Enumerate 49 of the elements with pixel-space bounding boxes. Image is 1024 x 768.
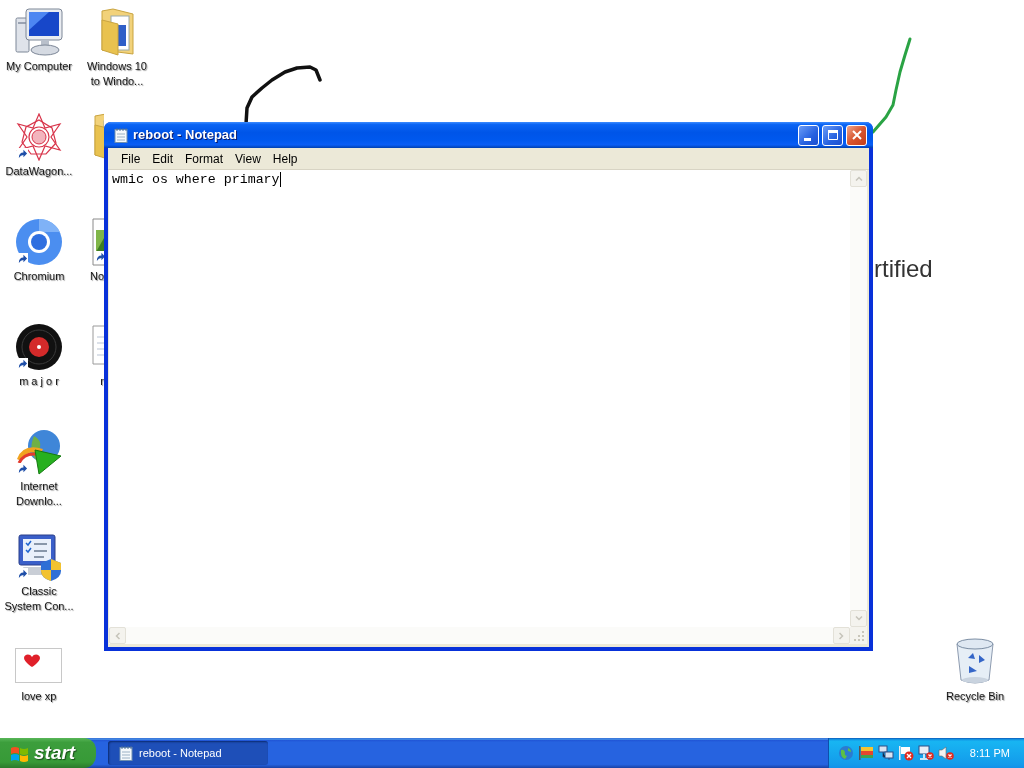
globe-arrow-icon[interactable] (15, 428, 63, 476)
star-pattern-icon[interactable] (15, 113, 63, 161)
minimize-icon (804, 137, 811, 141)
network-icon[interactable] (878, 745, 894, 761)
clock: 8:11 PM (969, 745, 1010, 761)
maximize-icon (827, 130, 838, 140)
chevron-down-icon (854, 616, 863, 621)
icon-label[interactable]: My Computer (0, 59, 78, 74)
start-button[interactable]: start (0, 738, 96, 768)
window-title: reboot - Notepad (133, 126, 237, 145)
icon-label[interactable]: Windows 10 to Windo... (78, 59, 156, 89)
maximize-button[interactable] (822, 124, 843, 146)
menu-item[interactable]: View (229, 149, 267, 168)
recycle-bin-icon[interactable] (955, 638, 995, 686)
notepad-icon (113, 127, 129, 143)
monitor-checklist-icon[interactable] (15, 533, 63, 581)
icon-label[interactable]: No (89, 269, 104, 284)
icon-label[interactable]: Chromium (0, 269, 78, 284)
network-x-icon[interactable] (918, 745, 934, 761)
flag-warning-icon[interactable] (898, 745, 914, 761)
wallpaper-text: rtified (874, 255, 933, 283)
flag-logo-icon (10, 744, 29, 762)
icon-label[interactable]: Classic System Con... (0, 584, 78, 614)
taskbar-button[interactable]: reboot - Notepad (108, 741, 268, 765)
resize-grip-icon[interactable] (854, 631, 865, 642)
notepad-icon (118, 745, 134, 761)
menu-item[interactable]: Format (179, 149, 230, 168)
menu-item[interactable]: File (115, 149, 147, 168)
menu-item[interactable]: Help (266, 149, 304, 168)
flag-icon[interactable] (858, 745, 874, 761)
icon-label[interactable]: love xp (0, 689, 78, 704)
close-icon (851, 130, 862, 140)
text-editor-field[interactable]: wmic os where primary (109, 170, 850, 627)
icon-label[interactable]: Recycle Bin (936, 689, 1014, 704)
close-button[interactable] (846, 124, 867, 146)
folder-icon[interactable] (99, 8, 135, 56)
chevron-up-icon (854, 176, 863, 181)
icon-label[interactable]: r (100, 374, 104, 389)
icon-label[interactable]: DataWagon... (0, 164, 78, 179)
icon-label[interactable]: Internet Downlo... (0, 479, 78, 509)
menu-item[interactable]: Edit (146, 149, 180, 168)
speaker-mute-icon[interactable] (938, 745, 954, 761)
minimize-button[interactable] (798, 124, 819, 146)
icon-label[interactable]: m a j o r (0, 374, 78, 389)
circle-logo-icon[interactable] (15, 218, 63, 266)
computer-icon[interactable] (15, 8, 63, 56)
chevron-right-icon (839, 631, 844, 640)
vinyl-record-icon[interactable] (15, 323, 63, 371)
chevron-left-icon (115, 631, 120, 640)
